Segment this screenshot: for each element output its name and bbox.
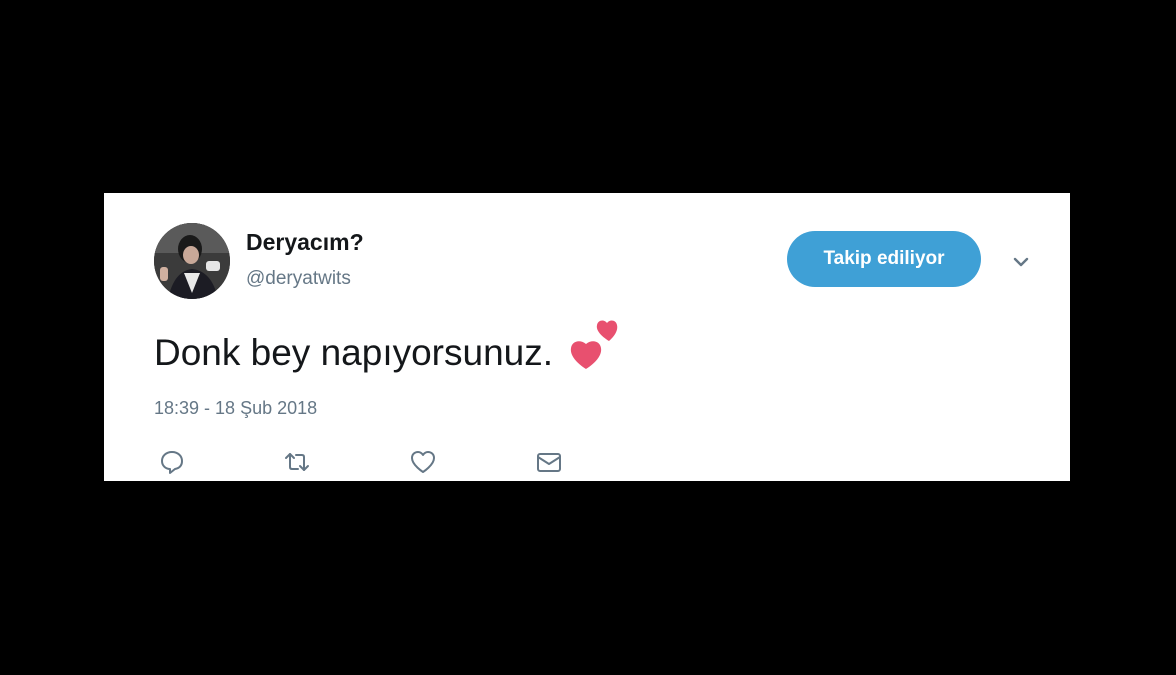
avatar[interactable] bbox=[154, 223, 230, 299]
like-icon[interactable] bbox=[409, 448, 437, 476]
following-button[interactable]: Takip ediliyor bbox=[787, 231, 981, 287]
tweet-text: Donk bey napıyorsunuz. bbox=[154, 332, 554, 373]
retweet-icon[interactable] bbox=[283, 448, 311, 476]
user-handle[interactable]: @deryatwits bbox=[246, 268, 351, 290]
display-name[interactable]: Deryacım? bbox=[246, 229, 364, 256]
reply-icon[interactable] bbox=[158, 448, 186, 476]
chevron-down-icon[interactable] bbox=[1008, 249, 1034, 275]
tweet-card: Deryacım? @deryatwits Takip ediliyor Don… bbox=[104, 193, 1070, 481]
tweet-timestamp[interactable]: 18:39 - 18 Şub 2018 bbox=[154, 398, 317, 419]
direct-message-icon[interactable] bbox=[535, 448, 563, 476]
two-hearts-icon bbox=[569, 319, 627, 375]
tweet-body: Donk bey napıyorsunuz. bbox=[154, 320, 627, 381]
